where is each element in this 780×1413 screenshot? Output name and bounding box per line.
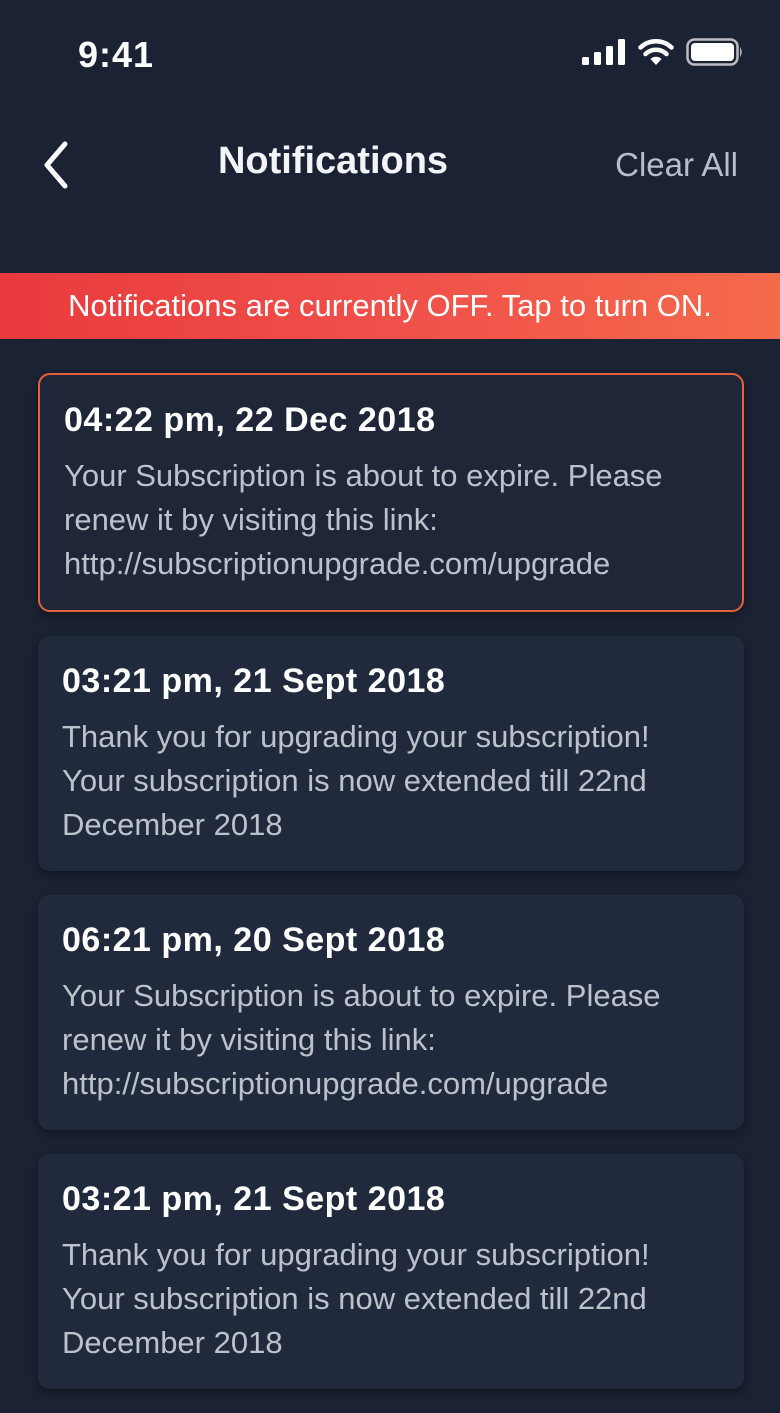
status-bar: 9:41 <box>0 0 780 110</box>
status-icons <box>582 38 744 71</box>
message-line: December 2018 <box>62 1325 283 1360</box>
message-line: Thank you for upgrading your subscriptio… <box>62 719 650 754</box>
chevron-left-icon <box>41 140 71 195</box>
notification-time: 03:21 pm, 21 Sept 2018 <box>62 662 446 700</box>
message-line: Your subscription is now extended till 2… <box>62 1281 647 1316</box>
cellular-signal-icon <box>582 39 626 70</box>
notification-card[interactable]: 04:22 pm, 22 Dec 2018 Your Subscription … <box>38 373 744 612</box>
message-line: http://subscriptionupgrade.com/upgrade <box>62 1066 609 1101</box>
notification-card[interactable]: 06:21 pm, 20 Sept 2018 Your Subscription… <box>38 895 744 1130</box>
wifi-icon <box>638 38 674 71</box>
navigation-header: Notifications Clear All <box>0 110 780 220</box>
status-time: 9:41 <box>78 34 155 75</box>
clear-all-button[interactable]: Clear All <box>615 146 738 184</box>
message-line: renew it by visiting this link: <box>62 1022 436 1057</box>
banner-text: Notifications are currently OFF. Tap to … <box>68 288 712 323</box>
notification-card[interactable]: 03:21 pm, 21 Sept 2018 Thank you for upg… <box>38 1154 744 1389</box>
message-line: Your Subscription is about to expire. Pl… <box>62 978 661 1013</box>
notification-message: Your Subscription is about to expire. Pl… <box>62 974 720 1106</box>
notification-time: 04:22 pm, 22 Dec 2018 <box>64 401 436 439</box>
back-button[interactable] <box>26 132 86 202</box>
notification-message: Thank you for upgrading your subscriptio… <box>62 715 720 847</box>
notifications-off-banner[interactable]: Notifications are currently OFF. Tap to … <box>0 273 780 339</box>
page-title: Notifications <box>217 140 449 182</box>
message-line: Your subscription is now extended till 2… <box>62 763 647 798</box>
notification-message: Thank you for upgrading your subscriptio… <box>62 1233 720 1365</box>
message-line: December 2018 <box>62 807 283 842</box>
notification-time: 06:21 pm, 20 Sept 2018 <box>62 921 446 959</box>
notification-message: Your Subscription is about to expire. Pl… <box>64 454 718 586</box>
message-line: renew it by visiting this link: <box>64 502 438 537</box>
battery-icon <box>686 38 744 71</box>
message-line: http://subscriptionupgrade.com/upgrade <box>64 546 611 581</box>
notification-card[interactable]: 03:21 pm, 21 Sept 2018 Thank you for upg… <box>38 636 744 871</box>
message-line: Thank you for upgrading your subscriptio… <box>62 1237 650 1272</box>
message-line: Your Subscription is about to expire. Pl… <box>64 458 663 493</box>
notification-list: 04:22 pm, 22 Dec 2018 Your Subscription … <box>38 373 744 1413</box>
notification-time: 03:21 pm, 21 Sept 2018 <box>62 1180 446 1218</box>
